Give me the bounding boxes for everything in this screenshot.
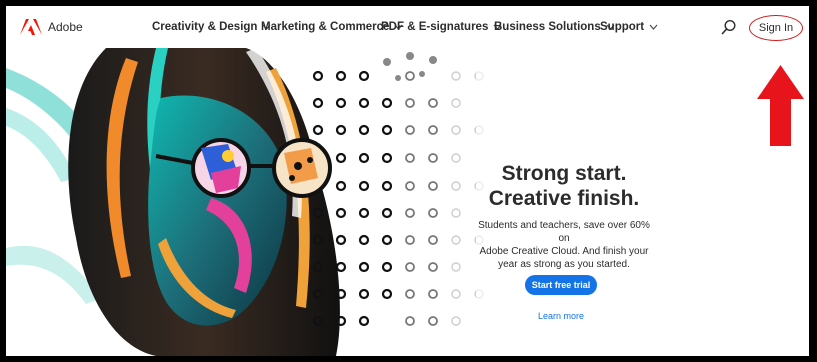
start-free-trial-button[interactable]: Start free trial — [525, 275, 597, 295]
hero-copy: Strong start. Creative finish. Students … — [474, 161, 654, 271]
sign-in-link[interactable]: Sign In — [749, 15, 803, 41]
nav-pdf-esignatures[interactable]: PDF & E-signatures — [381, 21, 502, 33]
nav-label: Business Solutions — [494, 21, 601, 33]
subtext-line-1: Students and teachers, save over 60% on — [478, 220, 650, 244]
subtext-line-2: Adobe Creative Cloud. And finish your — [479, 246, 649, 257]
adobe-logo[interactable]: Adobe — [20, 19, 83, 35]
red-arrow-annotation — [757, 65, 804, 146]
adobe-logo-icon — [20, 19, 42, 35]
headline-line-2: Creative finish. — [488, 187, 640, 210]
brand-name: Adobe — [48, 20, 83, 34]
hero-illustration — [6, 48, 506, 356]
nav-label: PDF & E-signatures — [381, 21, 489, 33]
hero-headline: Strong start. Creative finish. — [474, 161, 654, 211]
learn-more-link[interactable]: Learn more — [526, 311, 596, 321]
nav-support[interactable]: Support — [600, 21, 658, 33]
subtext-line-3: year as strong as you started. — [498, 259, 630, 270]
hero-subtext: Students and teachers, save over 60% on … — [474, 219, 654, 271]
search-icon[interactable] — [721, 19, 737, 35]
chevron-down-icon — [649, 24, 658, 30]
nav-creativity-design[interactable]: Creativity & Design — [152, 21, 271, 33]
headline-line-1: Strong start. — [501, 162, 627, 185]
hero-banner: Strong start. Creative finish. Students … — [6, 48, 809, 356]
nav-business-solutions[interactable]: Business Solutions — [494, 21, 615, 33]
browser-viewport: Adobe Creativity & Design Marketing & Co… — [6, 6, 809, 356]
nav-label: Marketing & Commerce — [261, 21, 390, 33]
sign-in-label: Sign In — [758, 22, 794, 34]
nav-label: Support — [600, 21, 645, 33]
global-nav: Adobe Creativity & Design Marketing & Co… — [6, 6, 809, 48]
nav-label: Creativity & Design — [152, 21, 258, 33]
